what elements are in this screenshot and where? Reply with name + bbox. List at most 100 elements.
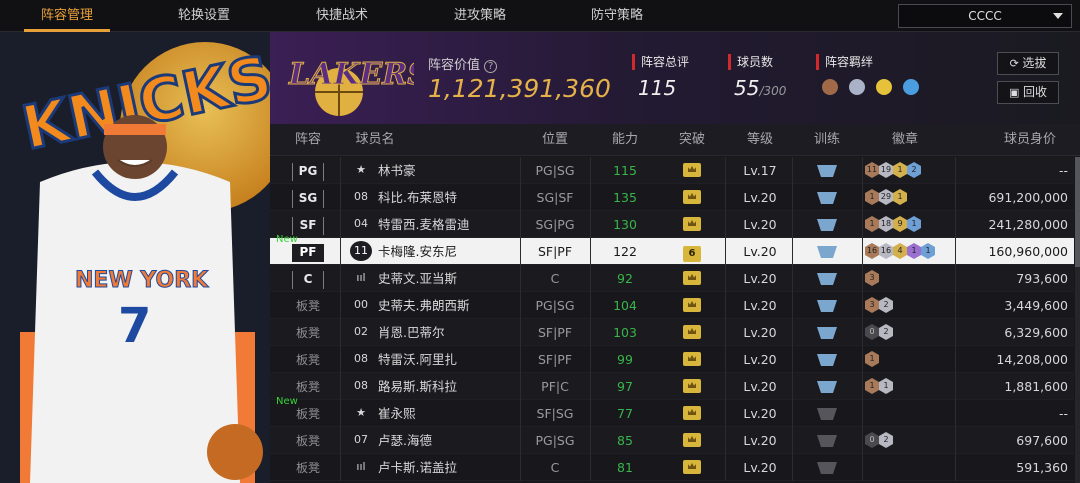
table-row[interactable]: SF 04 特雷西.麦格雷迪 SG|PG 130 Lv.20 1 18 9 1 241,280,00… [270, 211, 1074, 238]
training-icon[interactable] [817, 462, 837, 474]
training-icon[interactable] [817, 381, 837, 393]
player-name[interactable]: 特雷沃.阿里扎 [378, 346, 518, 373]
badge-hex-icon[interactable]: 1 [893, 162, 907, 178]
player-name[interactable]: 崔永熙 [378, 400, 518, 427]
col-name[interactable]: 球员名 [340, 124, 410, 156]
crown-icon[interactable] [683, 352, 701, 366]
col-badges[interactable]: 徽章 [870, 124, 940, 156]
select-button[interactable]: ⟳ 选拔 [997, 52, 1059, 75]
player-name[interactable]: 林书豪 [378, 157, 518, 184]
player-name[interactable]: 卡梅隆.安东尼 [378, 238, 518, 265]
col-ability[interactable]: 能力 [590, 124, 660, 156]
training-icon[interactable] [817, 246, 837, 258]
crown-icon[interactable] [683, 379, 701, 393]
badge-hex-icon[interactable]: 1 [921, 243, 935, 259]
table-row[interactable]: 板凳 02 肖恩.巴蒂尔 SF|PF 103 Lv.20 0 2 6,329,600 [270, 319, 1074, 346]
table-row[interactable]: 板凳 ııl 卢卡斯.诺盖拉 C 81 Lv.20 591,360 [270, 454, 1074, 481]
training-icon[interactable] [817, 219, 837, 231]
badge-hex-icon[interactable]: 16 [865, 243, 879, 259]
training-icon[interactable] [817, 408, 837, 420]
slot-cell[interactable]: 板凳 [280, 319, 336, 346]
crown-icon[interactable] [683, 460, 701, 474]
badge-hex-icon[interactable]: 1 [865, 189, 879, 205]
table-row[interactable]: 板凳 07 卢瑟.海德 PG|SG 85 Lv.20 0 2 697,600 [270, 427, 1074, 454]
player-name[interactable]: 史蒂文.亚当斯 [378, 265, 518, 292]
training-icon[interactable] [817, 273, 837, 285]
tab-quick-tactics[interactable]: 快捷战术 [287, 0, 397, 32]
badge-hex-icon[interactable]: 9 [893, 216, 907, 232]
badge-hex-icon[interactable]: 2 [879, 432, 893, 448]
help-icon[interactable]: ? [484, 60, 498, 73]
badge-hex-icon[interactable]: 3 [865, 297, 879, 313]
scrollbar[interactable] [1075, 157, 1080, 483]
badge-hex-icon[interactable]: 1 [865, 216, 879, 232]
table-row[interactable]: New 板凳 ★ 崔永熙 SF|SG 77 Lv.20 -- [270, 396, 1074, 427]
slot-cell[interactable]: 板凳 [280, 346, 336, 373]
table-row[interactable]: SG 08 科比.布莱恩特 SG|SF 135 Lv.20 1 29 1 691,200,000 [270, 184, 1074, 211]
team-dropdown[interactable]: CCCC [898, 4, 1072, 28]
col-position[interactable]: 位置 [520, 124, 590, 156]
slot-cell[interactable]: PF [280, 238, 336, 265]
table-row[interactable]: 板凳 08 特雷沃.阿里扎 SF|PF 99 Lv.20 1 14,208,000 [270, 346, 1074, 373]
tab-rotation[interactable]: 轮换设置 [149, 0, 259, 32]
crown-icon[interactable] [683, 190, 701, 204]
scrollbar-thumb[interactable] [1075, 157, 1080, 267]
training-icon[interactable] [817, 354, 837, 366]
player-name[interactable]: 科比.布莱恩特 [378, 184, 518, 211]
badge-hex-icon[interactable]: 2 [907, 162, 921, 178]
breakthrough-badge[interactable]: 6 [683, 246, 701, 262]
training-icon[interactable] [817, 300, 837, 312]
table-row[interactable]: PG ★ 林书豪 PG|SG 115 Lv.17 11 19 1 2 -- [270, 157, 1074, 184]
badge-hex-icon[interactable]: 0 [865, 324, 879, 340]
crown-icon[interactable] [683, 406, 701, 420]
chemistry-icon[interactable] [822, 79, 838, 95]
col-level[interactable]: 等级 [725, 124, 795, 156]
slot-cell[interactable]: 板凳 [280, 427, 336, 454]
slot-cell[interactable]: 板凳 [280, 454, 336, 481]
badge-hex-icon[interactable]: 1 [907, 243, 921, 259]
badge-hex-icon[interactable]: 4 [893, 243, 907, 259]
slot-cell[interactable]: 板凳 [280, 292, 336, 319]
crown-icon[interactable] [683, 271, 701, 285]
badge-hex-icon[interactable]: 3 [865, 270, 879, 286]
training-icon[interactable] [817, 435, 837, 447]
player-name[interactable]: 卢瑟.海德 [378, 427, 518, 454]
badge-hex-icon[interactable]: 11 [865, 162, 879, 178]
col-training[interactable]: 训练 [792, 124, 862, 156]
chemistry-icon[interactable] [876, 79, 893, 95]
table-row[interactable]: Cııl 史蒂文.亚当斯 C 92 Lv.20 3 793,600 [270, 265, 1074, 292]
badge-hex-icon[interactable]: 0 [865, 432, 879, 448]
badge-hex-icon[interactable]: 1 [893, 189, 907, 205]
slot-cell[interactable]: SG [280, 184, 336, 211]
badge-hex-icon[interactable]: 16 [879, 243, 893, 259]
chemistry-icon[interactable] [849, 79, 866, 95]
tab-lineup[interactable]: 阵容管理 [12, 0, 122, 32]
table-row[interactable]: New PF 11 卡梅隆.安东尼 SF|PF 122 6 Lv.20 16 16 4 1 1 160,9… [270, 234, 1074, 265]
col-player-value[interactable]: 球员身价 [990, 124, 1070, 156]
badge-hex-icon[interactable]: 2 [879, 297, 893, 313]
slot-cell[interactable]: C [280, 265, 336, 292]
player-name[interactable]: 史蒂夫.弗朗西斯 [378, 292, 518, 319]
player-name[interactable]: 卢卡斯.诺盖拉 [378, 454, 518, 481]
badge-hex-icon[interactable]: 1 [879, 378, 893, 394]
badge-hex-icon[interactable]: 1 [907, 216, 921, 232]
crown-icon[interactable] [683, 217, 701, 231]
table-row[interactable]: 板凳 00 史蒂夫.弗朗西斯 PG|SG 104 Lv.20 3 2 3,449,600 [270, 292, 1074, 319]
training-icon[interactable] [817, 165, 837, 177]
crown-icon[interactable] [683, 325, 701, 339]
badge-hex-icon[interactable]: 1 [865, 378, 879, 394]
col-slot[interactable]: 阵容 [280, 124, 336, 156]
player-name[interactable]: 肖恩.巴蒂尔 [378, 319, 518, 346]
training-icon[interactable] [817, 192, 837, 204]
table-row[interactable]: 板凳 08 路易斯.斯科拉 PF|C 97 Lv.20 1 1 1,881,600 [270, 373, 1074, 400]
tab-offense[interactable]: 进攻策略 [425, 0, 535, 32]
badge-hex-icon[interactable]: 2 [879, 324, 893, 340]
player-name[interactable]: 路易斯.斯科拉 [378, 373, 518, 400]
badge-hex-icon[interactable]: 29 [879, 189, 893, 205]
recycle-button[interactable]: ▣ 回收 [997, 81, 1059, 104]
crown-icon[interactable] [683, 433, 701, 447]
chemistry-icon[interactable] [903, 79, 920, 95]
crown-icon[interactable] [683, 163, 701, 177]
player-name[interactable]: 特雷西.麦格雷迪 [378, 211, 518, 238]
badge-hex-icon[interactable]: 18 [879, 216, 893, 232]
